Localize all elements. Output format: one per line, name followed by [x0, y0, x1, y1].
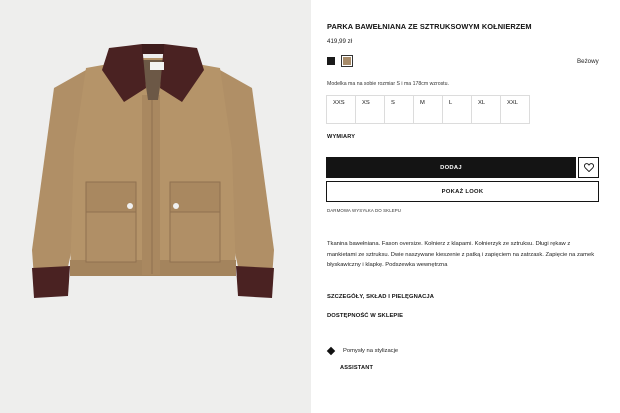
size-option[interactable]: XL [471, 95, 501, 124]
styling-ideas-label: Pomysły na stylizacje [343, 348, 399, 354]
size-option[interactable]: M [413, 95, 443, 124]
selected-color-label: Beżowy [577, 58, 599, 65]
shipping-note: DARMOWA WYSYŁKA DO SKLEPU [327, 208, 402, 213]
product-price: 419,99 zł [327, 38, 353, 45]
size-option[interactable]: S [384, 95, 414, 124]
size-option[interactable]: XS [355, 95, 385, 124]
add-to-cart-button[interactable]: DODAJ [326, 157, 576, 178]
product-image-panel [0, 0, 311, 413]
product-image[interactable] [24, 40, 282, 305]
color-swatch-beige[interactable] [341, 55, 353, 67]
size-option[interactable]: L [442, 95, 472, 124]
store-availability-link[interactable]: DOSTĘPNOŚĆ W SKLEPIE [327, 313, 403, 319]
product-description: Tkanina bawełniana. Fason oversize. Kołn… [327, 241, 595, 268]
details-composition-link[interactable]: SZCZEGÓŁY, SKŁAD I PIELĘGNACJA [327, 294, 434, 300]
heart-icon [583, 163, 594, 172]
dimensions-link[interactable]: WYMIARY [327, 134, 355, 140]
show-look-button[interactable]: POKAŻ LOOK [326, 181, 599, 202]
product-info-panel: PARKA BAWEŁNIANA ZE SZTRUKSOWYM KOŁNIERZ… [311, 0, 620, 413]
size-option[interactable]: XXS [326, 95, 356, 124]
size-selector: XXS XS S M L XL XXL [326, 95, 530, 124]
styling-ideas[interactable]: Pomysły na stylizacje [326, 346, 399, 356]
size-option[interactable]: XXL [500, 95, 530, 124]
model-size-note: Modelka ma na sobie rozmiar S i ma 178cm… [327, 81, 449, 87]
product-title: PARKA BAWEŁNIANA ZE SZTRUKSOWYM KOŁNIERZ… [327, 22, 532, 31]
diamond-icon [326, 346, 336, 356]
favorite-button[interactable] [578, 157, 599, 178]
color-swatch-black[interactable] [327, 57, 335, 65]
assistant-link[interactable]: ASSISTANT [340, 365, 373, 371]
